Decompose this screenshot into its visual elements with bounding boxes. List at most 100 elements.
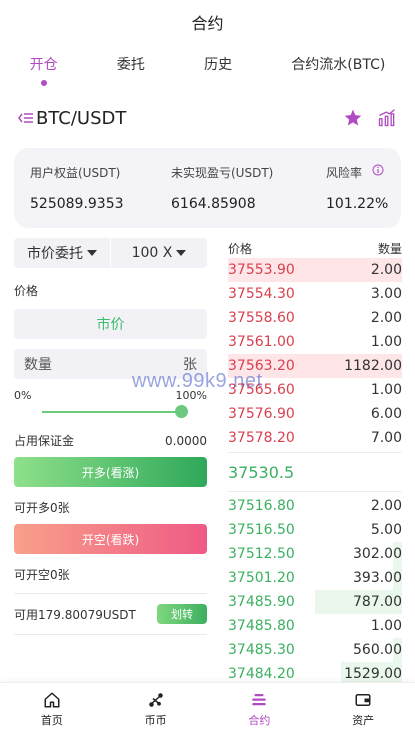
order-type-selector: 市价委托 100 X [14,238,207,268]
equity-value: 525089.9353 [30,196,124,212]
caret-down-icon [87,250,97,256]
ask-row[interactable]: 37554.30 3.00 [228,282,402,306]
orderbook-qty-header: 数量 [377,241,402,256]
price-label: 价格 [14,284,39,298]
risk-value: 101.22% [326,196,389,212]
bid-price: 37484.20 [228,666,295,682]
last-price: 37530.5 [228,452,402,492]
ask-qty: 1.00 [370,382,402,398]
ask-row[interactable]: 37576.90 6.00 [228,402,402,426]
watermark: www.99k9.net [132,370,263,392]
order-type-dropdown[interactable]: 市价委托 [14,238,110,268]
bid-row[interactable]: 37485.90 787.00 [228,590,402,614]
info-icon[interactable] [372,164,384,176]
ask-qty: 2.00 [370,310,402,326]
bid-qty: 2.00 [370,498,402,514]
ask-qty: 1.00 [370,334,402,350]
order-form: 市价委托 100 X 价格 市价 数量 张 0% 100% 占用保证金 0.00… [14,238,207,635]
transfer-button[interactable]: 划转 [157,604,207,624]
leverage-dropdown[interactable]: 100 X [111,238,207,268]
unrealized-pnl-label: 未实现盈亏(USDT) [171,166,274,180]
can-open-short: 可开空0张 [14,568,70,582]
tab-history[interactable]: 历史 [200,46,236,82]
tab-bar: 开仓 委托 历史 合约流水(BTC) [0,44,415,86]
bid-list: 37516.80 2.00 37516.50 5.00 37512.50 302.00 37… [228,494,402,686]
equity-label: 用户权益(USDT) [30,166,121,180]
open-short-button[interactable]: 开空(看跌) [14,524,207,554]
nav-contract-label: 合约 [248,714,271,727]
available-balance: 可用179.80079USDT [14,607,136,622]
bid-qty: 1.00 [370,618,402,634]
nav-home-label: 首页 [40,714,63,727]
slider-handle[interactable] [175,405,188,418]
leverage-value: 100 X [131,245,173,261]
bid-price: 37501.20 [228,570,295,586]
ask-row[interactable]: 37558.60 2.00 [228,306,402,330]
pair-bar: BTC/USDT [0,92,415,144]
menu-list-icon[interactable] [16,109,34,127]
slider-track [42,411,181,413]
quantity-placeholder: 数量 [24,357,52,373]
ask-price: 37576.90 [228,406,295,422]
available-row: 可用179.80079USDT 划转 [14,594,207,634]
bid-row[interactable]: 37512.50 302.00 [228,542,402,566]
tab-orders[interactable]: 委托 [113,46,149,82]
orderbook-price-header: 价格 [228,241,253,256]
page-title: 合约 [191,14,224,33]
account-summary-card: 用户权益(USDT) 525089.9353 未实现盈亏(USDT) 6164.… [14,148,401,228]
page-header: 合约 [0,0,415,44]
bid-row[interactable]: 37501.20 393.00 [228,566,402,590]
slider-min-label: 0% [14,389,32,402]
ask-row[interactable]: 37561.00 1.00 [228,330,402,354]
price-input[interactable]: 市价 [14,309,207,339]
nav-contract[interactable]: 合约 [208,683,312,736]
ask-row[interactable]: 37578.20 7.00 [228,426,402,450]
nav-assets[interactable]: 资产 [311,683,415,736]
pair-name[interactable]: BTC/USDT [36,108,343,129]
bid-row[interactable]: 37485.30 560.00 [228,638,402,662]
order-type-value: 市价委托 [27,246,83,262]
ask-price: 37561.00 [228,334,295,350]
contract-icon [252,694,267,706]
ask-price: 37554.30 [228,286,295,302]
star-icon[interactable] [343,108,363,128]
order-book: 价格 数量 37553.90 2.00 37554.30 3.00 37558.60 2.… [228,238,402,686]
bid-row[interactable]: 37516.50 5.00 [228,518,402,542]
chart-icon[interactable] [377,108,397,128]
quantity-slider[interactable] [42,402,188,422]
tab-open-position[interactable]: 开仓 [26,46,62,86]
bid-qty: 560.00 [353,642,402,658]
bid-row[interactable]: 37516.80 2.00 [228,494,402,518]
ask-qty: 3.00 [370,286,402,302]
bid-price: 37485.90 [228,594,295,610]
nav-exchange[interactable]: 币币 [104,683,208,736]
caret-down-icon [176,250,187,256]
price-input-value: 市价 [96,317,125,333]
ask-qty: 6.00 [370,406,402,422]
bid-price: 37512.50 [228,546,295,562]
nav-assets-label: 资产 [352,714,375,727]
margin-row: 占用保证金 0.0000 [14,432,207,449]
margin-label: 占用保证金 [14,434,75,448]
nav-exchange-label: 币币 [144,714,167,727]
margin-value: 0.0000 [165,433,207,448]
wallet-icon [355,694,371,706]
ask-qty: 7.00 [370,430,402,446]
ask-qty: 1182.00 [344,358,402,374]
bid-price: 37516.80 [228,498,295,514]
ask-qty: 2.00 [370,262,402,278]
bid-price: 37516.50 [228,522,295,538]
bid-row[interactable]: 37485.80 1.00 [228,614,402,638]
ask-row[interactable]: 37553.90 2.00 [228,258,402,282]
bottom-nav: 首页 币币 合约 资产 [0,682,415,736]
bid-price: 37485.30 [228,642,295,658]
nav-home[interactable]: 首页 [0,683,104,736]
tab-contract-flow[interactable]: 合约流水(BTC) [287,46,389,82]
bid-qty: 1529.00 [344,666,402,682]
bid-qty: 5.00 [370,522,402,538]
open-long-button[interactable]: 开多(看涨) [14,457,207,487]
bid-price: 37485.80 [228,618,295,634]
orderbook-header: 价格 数量 [228,238,402,258]
bid-qty: 302.00 [353,546,402,562]
ask-price: 37558.60 [228,310,295,326]
